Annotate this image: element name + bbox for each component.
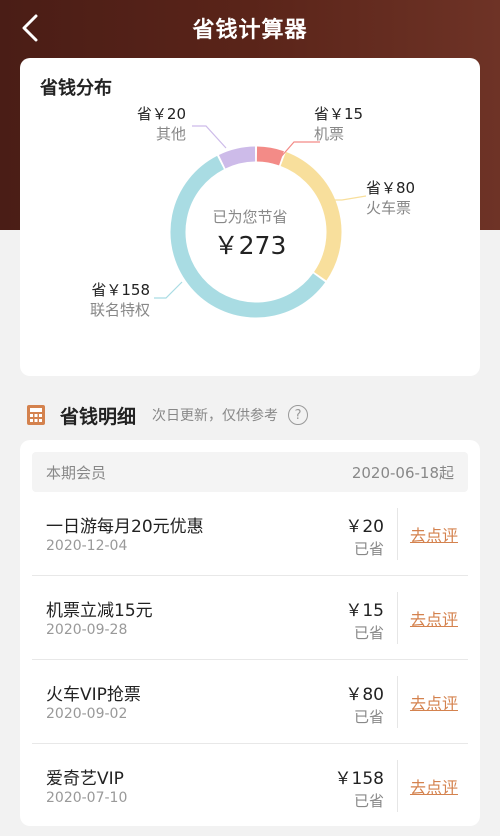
item-amount: ￥20 [345,517,384,537]
item-date: 2020-09-28 [46,622,128,638]
details-card: 本期会员 2020-06-18起 一日游每月20元优惠 2020-12-04 ￥… [20,440,480,826]
period-start: 2020-06-18起 [351,463,454,482]
item-amount: ￥158 [334,769,384,789]
leader-line-cobrand [154,281,183,299]
item-saved-label: 已省 [353,792,384,810]
review-link[interactable]: 去点评 [410,690,458,714]
divider [397,508,398,560]
nav-bar: 省钱计算器 [0,0,500,56]
center-value: ￥273 [213,231,287,260]
list-item: 火车VIP抢票 2020-09-02 ￥80 已省 去点评 [32,660,468,744]
question-circle-icon[interactable]: ? [288,405,309,425]
label-train: 省￥80 火车票 [366,179,416,217]
center-caption: 已为您节省 [212,208,288,226]
membership-period-bar: 本期会员 2020-06-18起 [32,452,468,492]
details-note: 次日更新，仅供参考 [152,408,279,424]
chevron-left-icon [22,14,38,42]
period-label: 本期会员 [46,463,107,482]
item-saved-label: 已省 [353,624,384,642]
calculator-icon [27,405,45,425]
distribution-card: 省钱分布 已为您节省 ￥273 省￥15 机票 省￥80 火车票 省￥158 联… [20,58,480,376]
back-button[interactable] [14,12,46,44]
donut-segment-flight [256,146,284,166]
item-title: 爱奇艺VIP [46,769,124,789]
details-title: 省钱明细 [60,405,137,428]
page-title: 省钱计算器 [192,18,308,43]
item-date: 2020-07-10 [46,790,128,806]
item-saved-label: 已省 [353,708,384,726]
label-other: 省￥20 其他 [136,105,186,143]
item-saved-label: 已省 [353,540,384,558]
details-header: 省钱明细 次日更新，仅供参考 ? [26,400,476,430]
divider [397,760,398,812]
divider [397,676,398,728]
list-item: 机票立减15元 2020-09-28 ￥15 已省 去点评 [32,576,468,660]
item-title: 一日游每月20元优惠 [46,517,204,537]
item-amount: ￥15 [345,601,384,621]
item-date: 2020-09-02 [46,706,128,722]
review-link[interactable]: 去点评 [410,522,458,546]
label-flight: 省￥15 机票 [314,105,364,143]
leader-line-other [192,125,227,149]
item-title: 机票立减15元 [46,601,153,621]
item-date: 2020-12-04 [46,538,128,554]
list-item: 一日游每月20元优惠 2020-12-04 ￥20 已省 去点评 [32,492,468,576]
review-link[interactable]: 去点评 [410,774,458,798]
donut-segment-other [218,146,256,169]
item-amount: ￥80 [345,685,384,705]
item-title: 火车VIP抢票 [46,685,141,705]
label-cobrand: 省￥158 联名特权 [89,281,150,319]
divider [397,592,398,644]
review-link[interactable]: 去点评 [410,606,458,630]
list-item: 爱奇艺VIP 2020-07-10 ￥158 已省 去点评 [32,744,468,828]
